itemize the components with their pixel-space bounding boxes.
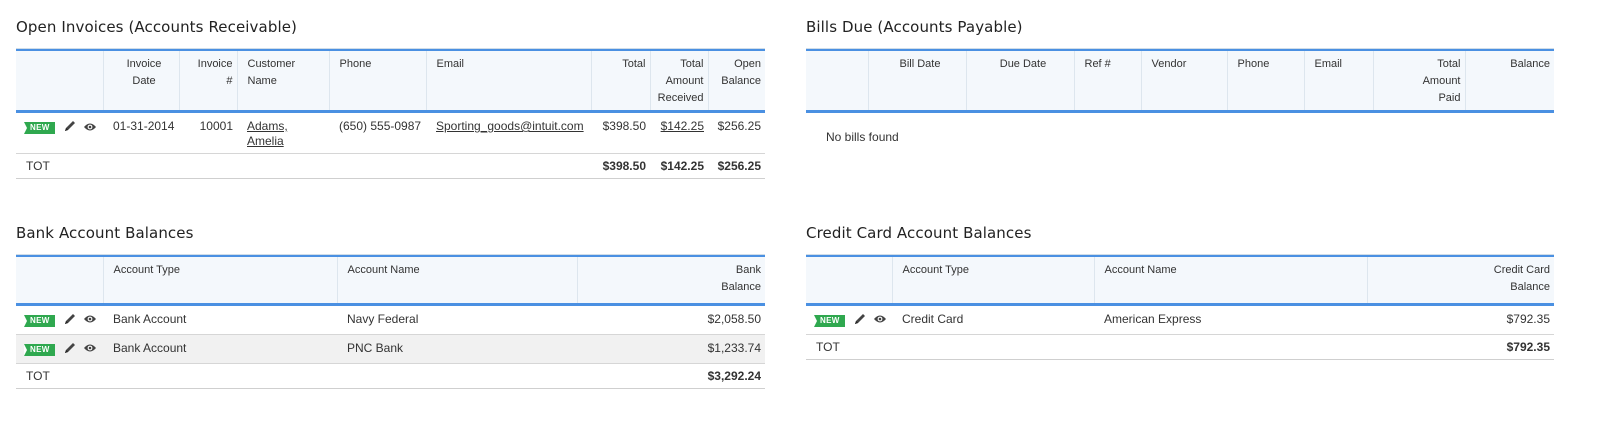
row-actions: NEW <box>806 304 892 335</box>
open-invoices-title: Open Invoices (Accounts Receivable) <box>16 18 297 36</box>
totals-row: TOT $398.50 $142.25 $256.25 <box>16 153 765 179</box>
eye-icon[interactable] <box>83 313 97 328</box>
received-sum: $142.25 <box>650 153 708 179</box>
open-invoices-panel: Open Invoices (Accounts Receivable) Invo… <box>16 16 765 179</box>
total-sum: $398.50 <box>591 153 650 179</box>
totals-row: TOT $792.35 <box>806 334 1554 360</box>
bills-due-title: Bills Due (Accounts Payable) <box>806 18 1023 36</box>
amount-received-link[interactable]: $142.25 <box>661 119 704 133</box>
open-balance-header[interactable]: Open Balance <box>707 49 765 113</box>
actions-header <box>806 49 868 113</box>
email-link[interactable]: Sporting_goods@intuit.com <box>436 119 584 133</box>
bills-due-panel: Bills Due (Accounts Payable) Bill Date D… <box>806 16 1554 145</box>
credit-card-balances-panel: Credit Card Account Balances Account Typ… <box>806 222 1554 360</box>
due-date-header[interactable]: Due Date <box>965 49 1074 113</box>
account-name-cell: PNC Bank <box>337 334 577 364</box>
row-actions: NEW <box>16 111 103 154</box>
pencil-icon[interactable] <box>853 312 867 330</box>
balance-sum: $3,292.24 <box>577 363 765 389</box>
new-badge[interactable]: NEW <box>24 343 55 356</box>
balance-cell: $792.35 <box>1367 304 1554 335</box>
balance-cell: $2,058.50 <box>577 304 765 335</box>
balance-header[interactable]: Balance <box>1464 49 1554 113</box>
totals-row: TOT $3,292.24 <box>16 363 765 389</box>
ref-number-header[interactable]: Ref # <box>1073 49 1141 113</box>
actions-header <box>16 255 103 306</box>
new-badge[interactable]: NEW <box>24 314 55 327</box>
balance-sum: $792.35 <box>1367 334 1554 360</box>
new-badge[interactable]: NEW <box>24 122 55 134</box>
account-name-header[interactable]: Account Name <box>336 255 577 306</box>
table-row: NEW 01-31-2014 10001 Adams, Amelia (650) … <box>16 111 765 154</box>
bill-date-header[interactable]: Bill Date <box>867 49 966 113</box>
table-row: NEW Credit Card American Express $792.35 <box>806 304 1554 335</box>
account-name-cell: Navy Federal <box>337 304 577 335</box>
invoice-date-header[interactable]: Invoice Date <box>102 49 179 113</box>
bank-balance-header[interactable]: Bank Balance <box>576 255 765 306</box>
customer-name-header[interactable]: Customer Name <box>236 49 329 113</box>
bank-balances-table: Account Type Account Name Bank Balance NE… <box>16 255 765 389</box>
actions-header <box>16 49 103 113</box>
phone-cell: (650) 555-0987 <box>329 111 426 154</box>
empty-row: No bills found <box>806 112 1554 146</box>
account-name-header[interactable]: Account Name <box>1093 255 1367 306</box>
pencil-icon[interactable] <box>63 312 77 330</box>
total-header[interactable]: Total <box>590 49 650 113</box>
totals-label: TOT <box>16 153 103 179</box>
account-type-header[interactable]: Account Type <box>102 255 337 306</box>
totals-label: TOT <box>16 363 103 389</box>
amount-received-cell: $142.25 <box>650 111 708 154</box>
actions-header <box>806 255 892 306</box>
table-row: NEW Bank Account Navy Federal $2,058.50 <box>16 304 765 335</box>
pencil-icon[interactable] <box>63 119 77 137</box>
account-name-cell: American Express <box>1094 304 1367 335</box>
phone-header[interactable]: Phone <box>1226 49 1304 113</box>
phone-header[interactable]: Phone <box>328 49 426 113</box>
customer-name-cell: Adams, Amelia <box>237 111 329 154</box>
row-actions: NEW <box>16 304 103 335</box>
bank-balances-title: Bank Account Balances <box>16 224 194 242</box>
invoice-date-cell: 01-31-2014 <box>103 111 179 154</box>
pencil-icon[interactable] <box>63 341 77 359</box>
total-cell: $398.50 <box>591 111 650 154</box>
credit-card-balance-header[interactable]: Credit Card Balance <box>1366 255 1554 306</box>
eye-icon[interactable] <box>83 121 97 136</box>
table-row: NEW Bank Account PNC Bank $1,233.74 <box>16 334 765 364</box>
amount-received-header[interactable]: Total Amount Received <box>649 49 708 113</box>
totals-label: TOT <box>806 334 892 360</box>
credit-card-balances-title: Credit Card Account Balances <box>806 224 1032 242</box>
customer-link[interactable]: Adams, Amelia <box>247 119 288 148</box>
account-type-cell: Bank Account <box>103 304 337 335</box>
no-bills-message: No bills found <box>826 130 899 144</box>
account-type-cell: Bank Account <box>103 334 337 364</box>
account-type-cell: Credit Card <box>892 304 1094 335</box>
open-balance-sum: $256.25 <box>708 153 765 179</box>
account-type-header[interactable]: Account Type <box>891 255 1094 306</box>
new-badge[interactable]: NEW <box>814 314 845 327</box>
amount-paid-header[interactable]: Total Amount Paid <box>1372 49 1465 113</box>
credit-card-balances-table: Account Type Account Name Credit Card Bal… <box>806 255 1554 360</box>
vendor-header[interactable]: Vendor <box>1140 49 1227 113</box>
email-cell: Sporting_goods@intuit.com <box>426 111 591 154</box>
invoice-number-cell: 10001 <box>179 111 237 154</box>
eye-icon[interactable] <box>873 313 887 328</box>
bank-balances-panel: Bank Account Balances Account Type Accou… <box>16 222 765 389</box>
email-header[interactable]: Email <box>1303 49 1373 113</box>
open-balance-cell: $256.25 <box>708 111 765 154</box>
email-header[interactable]: Email <box>425 49 591 113</box>
invoice-number-header[interactable]: Invoice # <box>178 49 237 113</box>
bills-due-table: Bill Date Due Date Ref # Vendor Phone Em… <box>806 49 1554 145</box>
open-invoices-table: Invoice Date Invoice # Customer Name Phone … <box>16 49 765 179</box>
balance-cell: $1,233.74 <box>577 334 765 364</box>
eye-icon[interactable] <box>83 342 97 357</box>
row-actions: NEW <box>16 334 103 364</box>
